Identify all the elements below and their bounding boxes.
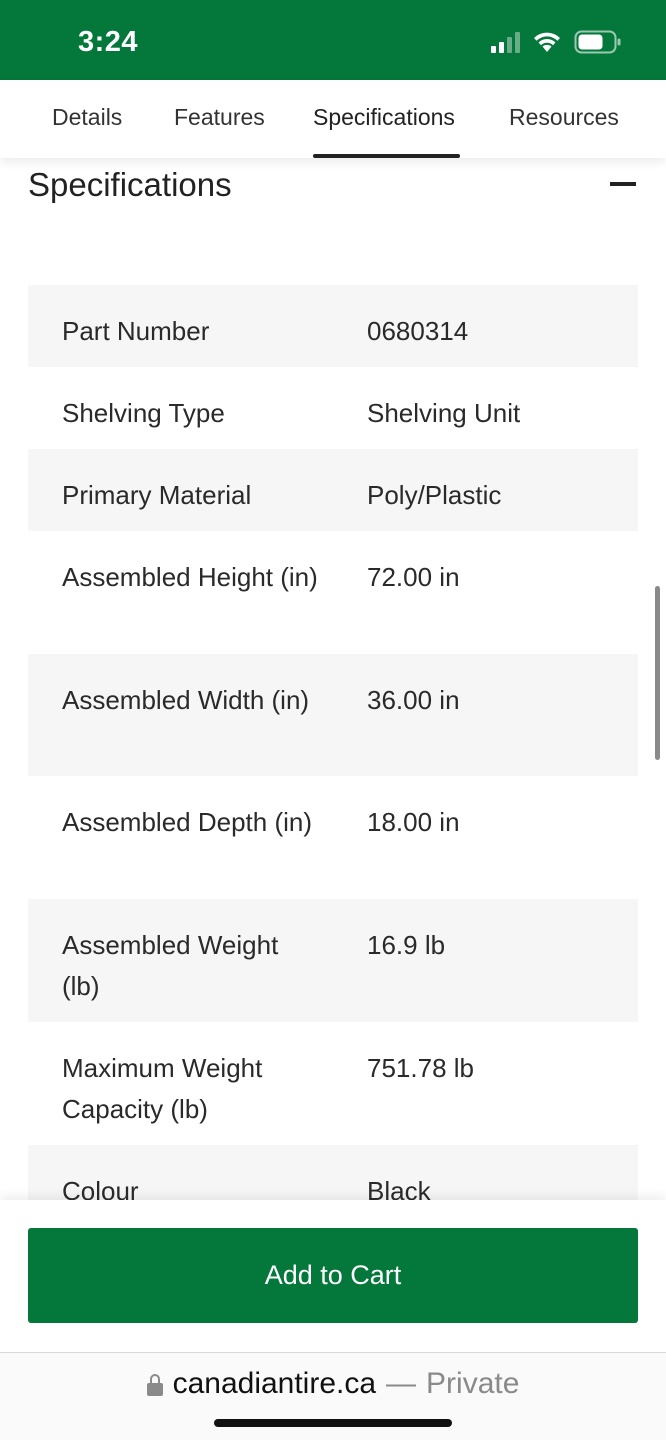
private-mode-label: Private <box>426 1367 520 1400</box>
wifi-icon <box>534 32 560 52</box>
url-display[interactable]: canadiantire.ca — Private <box>0 1367 666 1401</box>
spec-value: 751.78 lb <box>367 1053 474 1083</box>
browser-url-bar: canadiantire.ca — Private <box>0 1352 666 1440</box>
table-row: Assembled Height (in) 72.00 in <box>28 531 638 654</box>
spec-label: Assembled Height (in) <box>62 562 318 592</box>
spec-value: 72.00 in <box>367 562 460 592</box>
spec-label: Shelving Type <box>62 398 225 428</box>
spec-label: Part Number <box>62 316 210 346</box>
spec-label: Assembled Width (in) <box>62 685 310 715</box>
url-domain: canadiantire.ca <box>172 1367 377 1400</box>
table-row: Primary Material Poly/Plastic <box>28 449 638 531</box>
status-time: 3:24 <box>78 26 139 58</box>
tab-resources[interactable]: Resources <box>509 104 619 131</box>
tab-details[interactable]: Details <box>52 104 122 131</box>
status-bar: 3:24 <box>0 0 666 80</box>
add-to-cart-button[interactable]: Add to Cart <box>28 1228 638 1323</box>
spec-value: 0680314 <box>367 316 469 346</box>
spec-table: Part Number 0680314 Shelving Type Shelvi… <box>28 285 638 1227</box>
table-row: Assembled Depth (in) 18.00 in <box>28 776 638 899</box>
table-row: Assembled Weight (lb) 16.9 lb <box>28 899 638 1022</box>
spec-value: Poly/Plastic <box>367 480 502 510</box>
page: 3:24 Details Features Specifications Res… <box>0 0 666 1440</box>
home-indicator[interactable] <box>214 1419 452 1427</box>
spec-value: Shelving Unit <box>367 398 521 428</box>
table-row: Assembled Width (in) 36.00 in <box>28 654 638 776</box>
table-row: Part Number 0680314 <box>28 285 638 367</box>
url-separator: — <box>386 1367 417 1400</box>
tab-features[interactable]: Features <box>174 104 265 131</box>
section-title: Specifications <box>28 166 232 203</box>
spec-value: 16.9 lb <box>367 930 446 960</box>
cellular-signal-icon <box>491 31 520 53</box>
spec-label: Primary Material <box>62 480 252 510</box>
table-row: Maximum Weight Capacity (lb) 751.78 lb <box>28 1022 638 1145</box>
spec-label: Maximum Weight Capacity (lb) <box>62 1053 263 1124</box>
active-tab-indicator <box>313 154 460 158</box>
cart-bar: Add to Cart <box>0 1200 666 1352</box>
spec-label: Assembled Depth (in) <box>62 807 312 837</box>
table-row: Shelving Type Shelving Unit <box>28 367 638 449</box>
scrollbar-thumb[interactable] <box>655 586 660 760</box>
battery-icon <box>574 30 621 54</box>
spec-label: Assembled Weight (lb) <box>62 930 279 1001</box>
minus-icon[interactable] <box>610 182 636 186</box>
spec-value: 36.00 in <box>367 685 460 715</box>
spec-value: 18.00 in <box>367 807 460 837</box>
status-icons <box>491 30 622 54</box>
tab-specifications[interactable]: Specifications <box>313 104 455 131</box>
tab-bar: Details Features Specifications Resource… <box>0 80 666 158</box>
lock-icon <box>146 1374 163 1396</box>
